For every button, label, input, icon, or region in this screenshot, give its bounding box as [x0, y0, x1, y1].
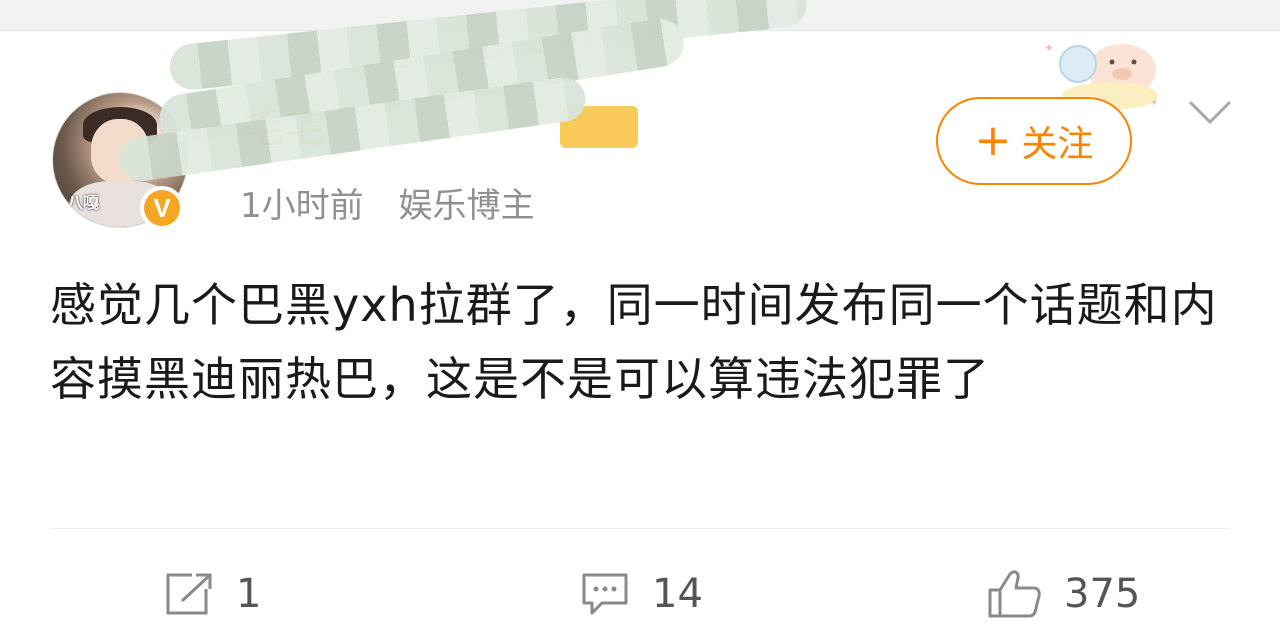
verified-icon: V — [140, 186, 184, 230]
avatar-tag: 八嘎 — [67, 193, 100, 212]
repost-count: 1 — [236, 571, 262, 617]
like-count: 375 — [1064, 571, 1141, 617]
like-button[interactable]: 375 — [986, 566, 1140, 622]
follow-button[interactable]: + 关注 — [936, 97, 1132, 185]
like-icon — [988, 570, 1041, 618]
user-type: 娱乐博主 — [398, 186, 535, 226]
comment-count: 14 — [652, 571, 703, 617]
repost-icon — [166, 573, 212, 615]
comment-button[interactable]: 14 — [580, 566, 703, 622]
verified-badge: V — [144, 190, 180, 226]
svg-text:✦: ✦ — [1044, 41, 1054, 55]
comment-icon — [582, 573, 628, 615]
post-time: 1小时前 — [240, 186, 364, 226]
svg-text:✦: ✦ — [1150, 98, 1158, 109]
follow-label: 关注 — [1021, 124, 1094, 165]
plus-icon: + — [974, 115, 1012, 166]
post-meta: 1小时前 娱乐博主 — [240, 178, 534, 227]
repost-button[interactable]: 1 — [164, 566, 261, 622]
post-content: 感觉几个巴黑yxh拉群了，同一时间发布同一个话题和内容摸黑迪丽热巴，这是不是可以… — [50, 278, 1218, 406]
chevron-down-icon[interactable] — [1184, 96, 1236, 130]
divider — [50, 528, 1230, 529]
